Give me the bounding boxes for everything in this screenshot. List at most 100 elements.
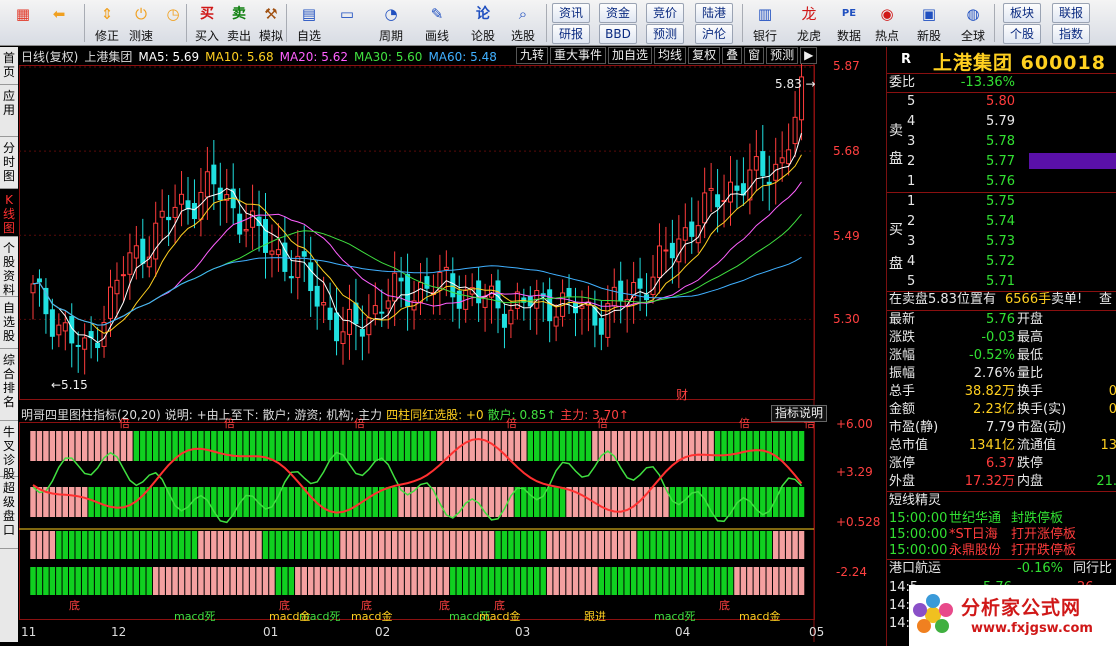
toolbar-button-hammer-icon[interactable]: ⚒ 模拟	[254, 2, 288, 44]
indicator-column	[114, 487, 120, 517]
toolbar-small-button[interactable]: 资金	[599, 3, 637, 23]
date-axis-label: 12	[111, 625, 127, 639]
indicator-column	[682, 531, 689, 559]
indicator-column	[708, 567, 714, 595]
chart-tool-button[interactable]: 均线	[654, 47, 687, 64]
toolbar-button-windows-grid-icon[interactable]: ▦	[8, 2, 38, 44]
date-axis-label: 02	[375, 625, 391, 639]
side-tab-char: 盘	[2, 509, 15, 523]
toolbar-small-button[interactable]: 个股	[1003, 24, 1041, 44]
toolbar-button-hot-icon[interactable]: ◉ 热点	[870, 2, 904, 44]
indicator-column	[36, 431, 43, 461]
chart-tool-button[interactable]: 窗	[744, 47, 765, 64]
indicator-column	[75, 487, 81, 517]
toolbar-button-up-down-arrow-icon[interactable]: ⇕ 修正	[90, 2, 124, 44]
indicator-column	[779, 531, 785, 559]
signal-label: 倍	[739, 416, 750, 430]
side-tab-1[interactable]: 应用	[0, 85, 18, 137]
indicator-column	[81, 487, 88, 517]
toolbar-button-power-icon[interactable]: ⏻ 测速	[124, 2, 158, 44]
quote-row: 金额 2.23亿 换手(实) 0	[887, 401, 1116, 419]
indicator-column	[740, 431, 747, 461]
indicator-column	[527, 531, 534, 559]
candle-body	[760, 151, 766, 177]
indicator-column	[740, 487, 747, 517]
side-tab-0[interactable]: 首页	[0, 47, 18, 85]
indicator-help-button[interactable]: 指标说明	[771, 405, 828, 422]
toolbar-button-window-icon[interactable]: ▭	[330, 2, 364, 44]
toolbar-button-dragon-icon[interactable]: 龙龙虎	[792, 2, 826, 44]
chart-tool-button[interactable]: ▶	[800, 47, 818, 64]
chart-tool-button[interactable]: 叠	[722, 47, 743, 64]
indicator-column	[159, 487, 165, 517]
toolbar-small-button[interactable]: 指数	[1052, 24, 1090, 44]
toolbar-button-label: 模拟	[258, 29, 283, 43]
toolbar-button-text[interactable]: PE 数据	[832, 2, 866, 44]
toolbar-small-button[interactable]: 沪伦	[695, 24, 733, 44]
indicator-column	[637, 431, 643, 461]
kline-chart-area[interactable]: 倍倍倍倍倍倍倍底底底底底底 macd死 macd死 macd死 macd死 macd金 ma…	[19, 47, 885, 642]
side-tab-char: 页	[2, 65, 15, 79]
toolbar-button-magnifier-chart-icon[interactable]: ⌕ 选股	[506, 2, 540, 44]
indicator-column	[114, 567, 120, 595]
side-tab-2[interactable]: 分时图	[0, 137, 18, 189]
toolbar-button-text[interactable]: 买买入	[190, 2, 224, 44]
side-tab-7[interactable]: 牛叉诊股	[0, 421, 18, 481]
indicator-column	[514, 531, 521, 559]
toolbar-small-button[interactable]: 陆港	[695, 3, 733, 23]
indicator-column	[301, 431, 307, 461]
indicator-column	[49, 431, 56, 461]
indicator-column	[146, 567, 152, 595]
quote-row: 市盈(静) 7.79 市盈(动)	[887, 419, 1116, 437]
chart-tool-button[interactable]: 重大事件	[550, 47, 607, 64]
candle-body	[140, 238, 146, 264]
indicator-column	[262, 567, 269, 595]
kline-header: 日线(复权) 上港集团 MA5: 5.69 MA10: 5.68 MA20: 5.62 M…	[21, 48, 503, 64]
indicator-column	[88, 487, 94, 517]
toolbar-small-button[interactable]: 预测	[646, 24, 684, 44]
toolbar-button-back-arrow-icon[interactable]: ⬅	[44, 2, 74, 44]
quote-text: 最低	[1017, 348, 1044, 363]
toolbar-button-text[interactable]: 论论股	[466, 2, 500, 44]
indicator-column	[191, 567, 198, 595]
side-tab-6[interactable]: 综合排名	[0, 349, 18, 421]
toolbar-button-pen-icon[interactable]: ✎ 画线	[420, 2, 454, 44]
side-tab-4[interactable]: 个股资料	[0, 237, 18, 297]
toolbar-small-button[interactable]: 板块	[1003, 3, 1041, 23]
indicator-column	[605, 487, 611, 517]
chart-tool-button[interactable]: 加自选	[608, 47, 653, 64]
candle-body	[547, 289, 553, 322]
toolbar-small-button[interactable]: 研报	[552, 24, 590, 44]
side-tab-8[interactable]: 超级盘口	[0, 477, 18, 549]
quote-text: 3	[907, 234, 916, 249]
indicator-column	[753, 487, 760, 517]
toolbar-button-cycle-icon[interactable]: ◔ 周期	[374, 2, 408, 44]
indicator-column	[159, 431, 165, 461]
toolbar-button-globe-icon[interactable]: ◍ 全球	[956, 2, 990, 44]
quote-text: 0	[1108, 384, 1116, 399]
toolbar-button-bank-icon[interactable]: ▥ 银行	[748, 2, 782, 44]
toolbar-small-button[interactable]: 竞价	[646, 3, 684, 23]
toolbar-small-button[interactable]: BBD	[599, 24, 637, 44]
chart-tool-button[interactable]: 预测	[766, 47, 799, 64]
toolbar-button-favorites-icon[interactable]: ▤ 自选	[292, 2, 326, 44]
indicator-column	[75, 531, 81, 559]
toolbar-small-button[interactable]: 联报	[1052, 3, 1090, 23]
chart-tool-button[interactable]: 复权	[688, 47, 721, 64]
event-marker[interactable]: 财	[676, 386, 688, 403]
side-tab-3[interactable]: K线图	[0, 189, 18, 237]
indicator-column	[682, 567, 689, 595]
toolbar-small-button[interactable]: 资讯	[552, 3, 590, 23]
indicator-column	[230, 567, 236, 595]
toolbar-button-clock-icon[interactable]: ◷	[156, 2, 190, 44]
indicator-column	[140, 487, 146, 517]
indicator-column	[243, 567, 249, 595]
kline-chart-svg[interactable]: 倍倍倍倍倍倍倍底底底底底底macd死 macd死 macd死 macd死macd金 ma…	[19, 47, 885, 642]
indicator-column	[327, 531, 333, 559]
side-tab-5[interactable]: 自选股	[0, 297, 18, 349]
chart-tool-button[interactable]: 九转	[516, 47, 549, 64]
indicator-column	[605, 567, 611, 595]
toolbar-button-new-stock-icon[interactable]: ▣ 新股	[912, 2, 946, 44]
toolbar-button-label: 热点	[874, 29, 899, 43]
toolbar-button-text[interactable]: 卖卖出	[222, 2, 256, 44]
